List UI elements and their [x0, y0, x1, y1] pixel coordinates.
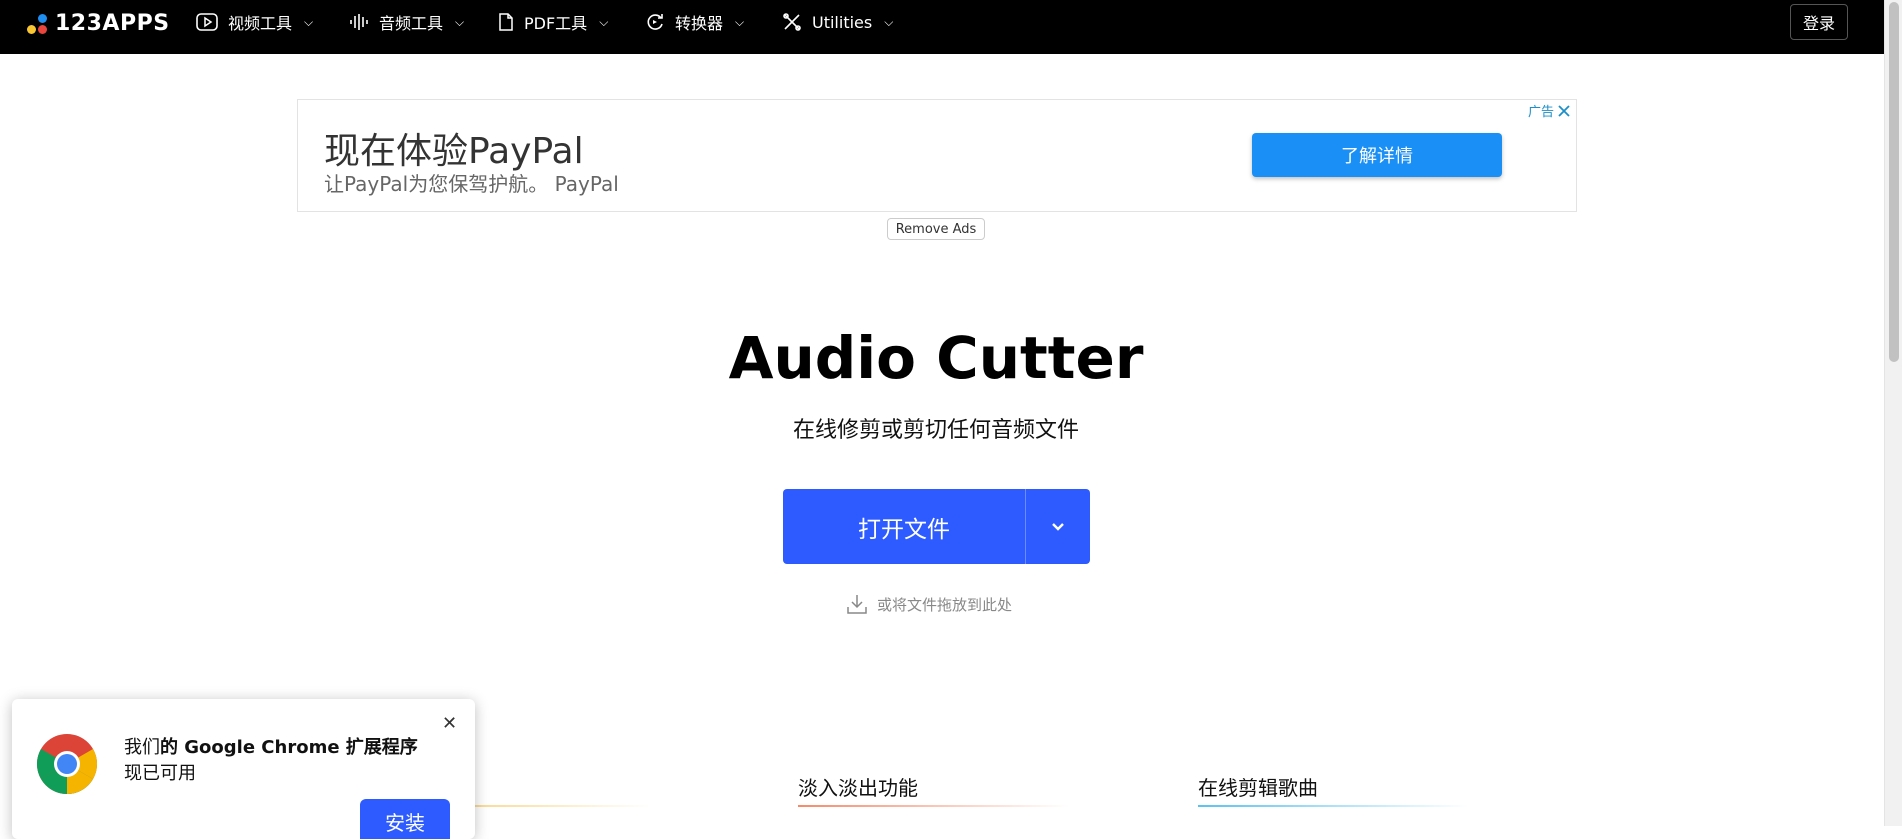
nav-label: 转换器 [675, 14, 724, 33]
open-file-control: 打开文件 [783, 489, 1090, 564]
popup-line1-bold: 的 Google Chrome 扩展程序 [160, 737, 418, 758]
nav-video-tools[interactable]: 视频工具 ⌵ [196, 0, 313, 44]
logo-icon [26, 13, 48, 35]
ad-mark-label: 广告 [1527, 105, 1554, 120]
nav-label: 视频工具 [228, 14, 293, 33]
chevron-down-icon: ⌵ [884, 14, 894, 29]
drop-hint: 或将文件拖放到此处 [845, 592, 1012, 616]
nav-label: 音频工具 [379, 14, 444, 33]
nav-audio-tools[interactable]: 音频工具 ⌵ [349, 0, 464, 44]
download-icon [847, 595, 867, 614]
open-file-button[interactable]: 打开文件 [783, 489, 1026, 564]
top-nav: 123APPS 视频工具 ⌵ 音频工具 ⌵ PDF工具 ⌵ 转换器 ⌵ Util… [0, 0, 1884, 54]
install-button[interactable]: 安装 [360, 799, 450, 839]
page-title: Audio Cutter [728, 324, 1144, 392]
nav-converter[interactable]: 转换器 ⌵ [645, 0, 744, 44]
ad-subtitle: 让PayPal为您保驾护航。 PayPal [324, 172, 619, 196]
feature-cut-song[interactable]: 在线剪辑歌曲 [1198, 772, 1318, 801]
chevron-down-icon: ⌵ [304, 14, 314, 29]
popup-line2: 现已可用 [124, 763, 196, 784]
file-icon [499, 13, 513, 31]
ad-banner[interactable]: 现在体验PayPal 让PayPal为您保驾护航。 PayPal 了解详情 广告 [297, 99, 1577, 212]
open-file-dropdown[interactable] [1026, 489, 1090, 564]
chevron-down-icon: ⌵ [735, 14, 745, 29]
chevron-down-icon: ⌵ [599, 14, 609, 29]
logo-text: 123APPS [55, 11, 170, 36]
login-button[interactable]: 登录 [1790, 4, 1848, 40]
nav-pdf-tools[interactable]: PDF工具 ⌵ [498, 0, 608, 44]
feature-underline [1198, 805, 1468, 807]
nav-label: Utilities [812, 12, 873, 32]
feature-underline [798, 805, 1068, 807]
nav-utilities[interactable]: Utilities ⌵ [782, 0, 893, 44]
page-subtitle: 在线修剪或剪切任何音频文件 [792, 418, 1079, 443]
popup-message: 我们的 Google Chrome 扩展程序 现已可用 [124, 735, 418, 787]
popup-line1-prefix: 我们 [124, 737, 160, 758]
scrollbar-thumb[interactable] [1889, 2, 1899, 362]
feature-fade[interactable]: 淡入淡出功能 [798, 772, 918, 801]
chrome-icon [36, 734, 98, 795]
convert-icon [647, 14, 663, 30]
chevron-down-icon [1052, 522, 1064, 531]
nav-label: PDF工具 [524, 14, 588, 33]
drop-hint-text: 或将文件拖放到此处 [877, 595, 1013, 614]
play-icon [196, 13, 218, 31]
close-icon[interactable] [1558, 104, 1570, 117]
chrome-extension-popup: 我们的 Google Chrome 扩展程序 现已可用 ✕ 安装 [12, 699, 475, 839]
ad-title: 现在体验PayPal [324, 131, 584, 172]
tools-icon [783, 13, 801, 31]
remove-ads-button[interactable]: Remove Ads [887, 218, 985, 240]
logo[interactable]: 123APPS [26, 11, 170, 36]
close-icon[interactable]: ✕ [442, 713, 457, 734]
waveform-icon [350, 14, 368, 30]
ad-choices[interactable]: 广告 [1528, 101, 1570, 120]
page-scrollbar[interactable] [1884, 0, 1902, 826]
ad-learn-more-button[interactable]: 了解详情 [1252, 133, 1502, 177]
chevron-down-icon: ⌵ [455, 14, 465, 29]
